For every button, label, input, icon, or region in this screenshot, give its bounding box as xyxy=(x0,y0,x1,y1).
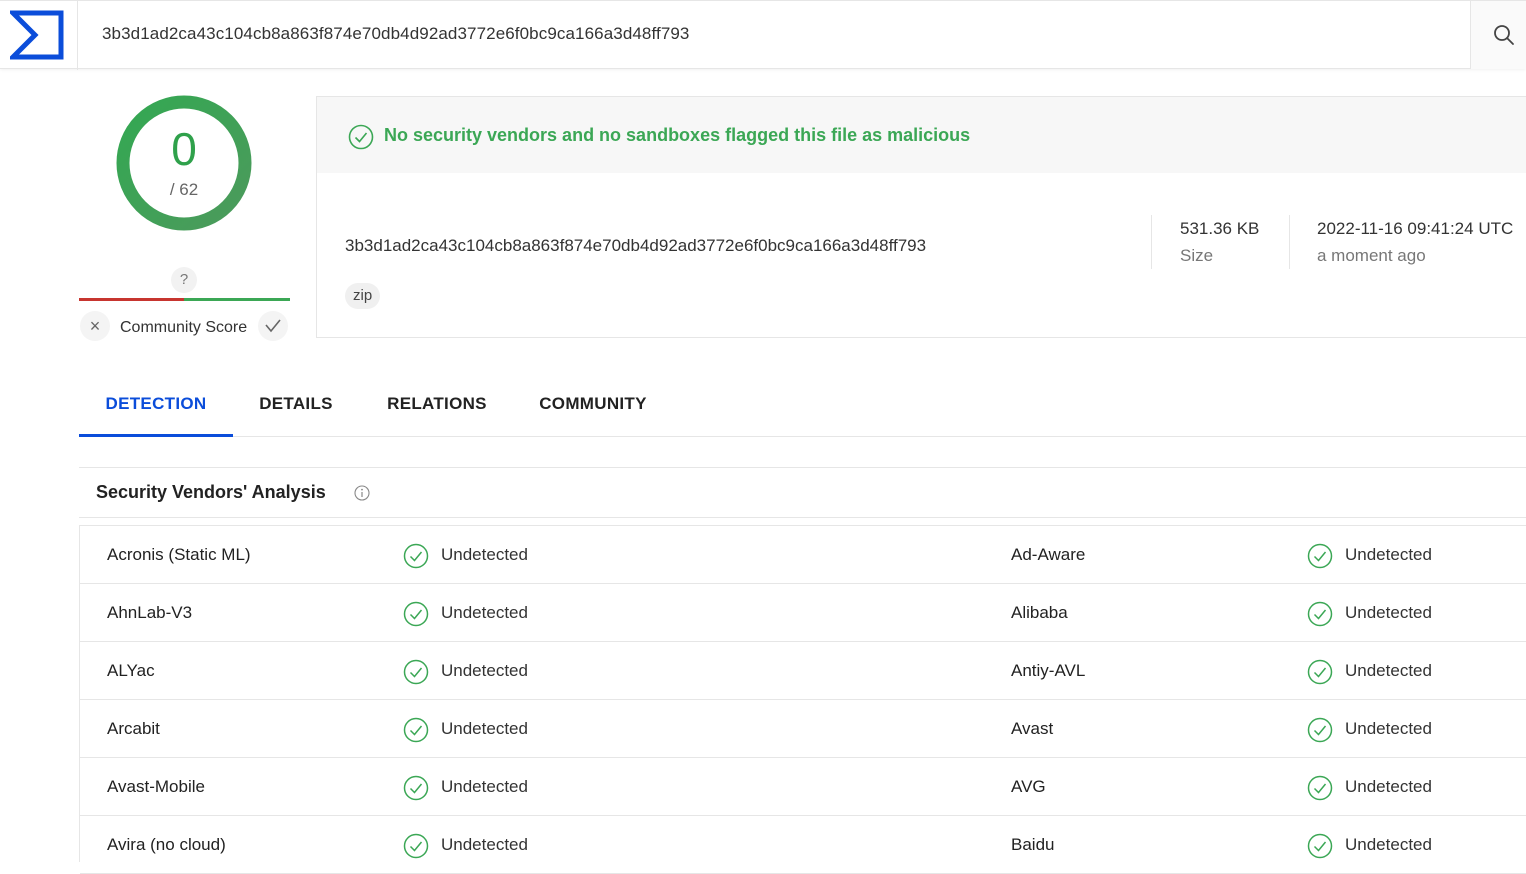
vendor-name: AVG xyxy=(1011,777,1046,796)
divider xyxy=(1151,215,1152,269)
file-type-tag[interactable]: zip xyxy=(345,283,381,309)
vendor-status: Undetected xyxy=(1345,719,1432,738)
check-circle-icon xyxy=(1307,659,1333,685)
file-size-value: 531.36 KB xyxy=(1180,219,1260,238)
vendor-name: AhnLab-V3 xyxy=(107,603,193,622)
community-score-label: Community Score xyxy=(120,319,248,336)
vendor-name: Arcabit xyxy=(107,719,160,738)
table-row: ALYac Undetected Antiy-AVL Undetected xyxy=(80,642,1526,700)
table-row: Avira (no cloud) Undetected Baidu Undetecte… xyxy=(80,816,1526,874)
tab-details[interactable]: DETAILS xyxy=(243,380,349,434)
logo-divider xyxy=(77,1,78,70)
vendor-status: Undetected xyxy=(441,719,528,738)
vendor-status: Undetected xyxy=(1345,545,1432,564)
search-input[interactable]: 3b3d1ad2ca43c104cb8a863f874e70db4d92ad37… xyxy=(102,24,690,44)
analysis-date-value: 2022-11-16 09:41:24 UTC xyxy=(1317,219,1514,238)
check-circle-icon xyxy=(403,601,429,627)
vendor-name: Alibaba xyxy=(1011,603,1068,622)
vendor-name: Baidu xyxy=(1011,835,1055,854)
search-icon xyxy=(1494,25,1514,45)
checkmark-icon xyxy=(265,319,281,333)
close-icon: × xyxy=(89,316,101,336)
section-title: Security Vendors' Analysis xyxy=(96,482,326,502)
check-circle-icon xyxy=(1307,601,1333,627)
tab-community[interactable]: COMMUNITY xyxy=(525,380,661,434)
top-bar: 3b3d1ad2ca43c104cb8a863f874e70db4d92ad37… xyxy=(0,0,1526,70)
vote-harmless-button[interactable] xyxy=(258,311,288,341)
detection-total: / 62 xyxy=(169,180,199,199)
tab-detection[interactable]: DETECTION xyxy=(79,380,233,437)
community-score-bar-malicious xyxy=(79,298,184,301)
info-icon[interactable] xyxy=(354,485,370,501)
vendor-status: Undetected xyxy=(1345,777,1432,796)
vendors-table: Acronis (Static ML) Undetected Ad-Aware Und… xyxy=(79,525,1526,874)
check-circle-icon xyxy=(403,775,429,801)
table-row: Arcabit Undetected Avast Undetected xyxy=(80,700,1526,758)
tab-relations[interactable]: RELATIONS xyxy=(373,380,501,434)
file-summary-panel: No security vendors and no sandboxes fla… xyxy=(316,96,1526,338)
vendor-status: Undetected xyxy=(1345,603,1432,622)
file-hash[interactable]: 3b3d1ad2ca43c104cb8a863f874e70db4d92ad37… xyxy=(345,236,926,256)
divider xyxy=(1289,215,1290,269)
vendor-name: Acronis (Static ML) xyxy=(107,545,251,564)
vendor-status: Undetected xyxy=(1345,835,1432,854)
check-circle-icon xyxy=(403,833,429,859)
check-circle-icon xyxy=(1307,543,1333,569)
vote-malicious-button[interactable]: × xyxy=(80,311,110,341)
verdict-text: No security vendors and no sandboxes fla… xyxy=(384,125,971,145)
virustotal-logo-icon[interactable] xyxy=(10,10,64,60)
check-circle-icon xyxy=(348,124,374,150)
vendor-status: Undetected xyxy=(441,777,528,796)
check-circle-icon xyxy=(403,659,429,685)
vendor-name: Antiy-AVL xyxy=(1011,661,1086,680)
vendor-status: Undetected xyxy=(441,603,528,622)
check-circle-icon xyxy=(1307,775,1333,801)
vendor-status: Undetected xyxy=(441,545,528,564)
table-row: Acronis (Static ML) Undetected Ad-Aware Und… xyxy=(80,526,1526,584)
community-score-badge: ? xyxy=(171,267,197,293)
vendor-status: Undetected xyxy=(441,835,528,854)
vendor-name: Avira (no cloud) xyxy=(107,835,226,854)
detection-count: 0 xyxy=(171,123,197,175)
file-size-label: Size xyxy=(1180,246,1214,265)
vendors-section-header: Security Vendors' Analysis xyxy=(79,467,1526,518)
analysis-date-relative: a moment ago xyxy=(1317,246,1426,265)
vendor-name: ALYac xyxy=(107,661,155,680)
table-row: Avast-Mobile Undetected AVG Undetected xyxy=(80,758,1526,816)
report-tabs: DETECTION DETAILS RELATIONS COMMUNITY xyxy=(79,380,1526,437)
vendor-name: Avast-Mobile xyxy=(107,777,205,796)
vendor-name: Avast xyxy=(1011,719,1054,738)
table-row: AhnLab-V3 Undetected Alibaba Undetected xyxy=(80,584,1526,642)
check-circle-icon xyxy=(403,543,429,569)
verdict-banner: No security vendors and no sandboxes fla… xyxy=(317,97,1526,173)
check-circle-icon xyxy=(1307,717,1333,743)
check-circle-icon xyxy=(1307,833,1333,859)
check-circle-icon xyxy=(403,717,429,743)
community-score-bar-harmless xyxy=(184,298,290,301)
vendor-name: Ad-Aware xyxy=(1011,545,1086,564)
vendor-status: Undetected xyxy=(1345,661,1432,680)
vendor-status: Undetected xyxy=(441,661,528,680)
search-button[interactable] xyxy=(1470,1,1526,69)
